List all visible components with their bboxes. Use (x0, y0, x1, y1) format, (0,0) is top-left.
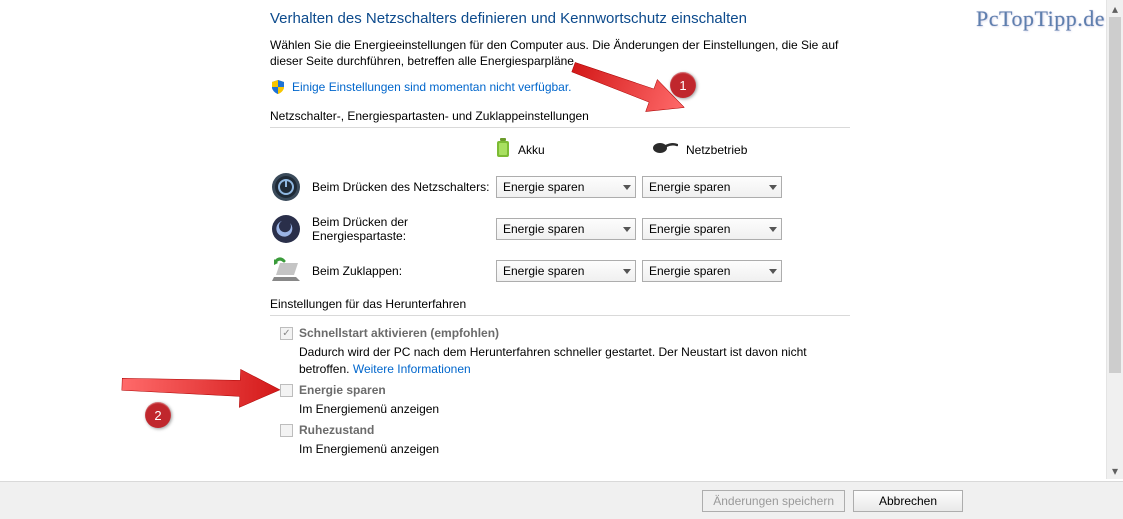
select-value: Energie sparen (649, 222, 730, 236)
select-value: Energie sparen (503, 180, 584, 194)
shutdown-section-heading: Einstellungen für das Herunterfahren (270, 297, 850, 311)
fast-startup-label: Schnellstart aktivieren (empfohlen) (299, 326, 499, 340)
vertical-scrollbar[interactable]: ▴ ▾ (1106, 0, 1123, 479)
select-value: Energie sparen (503, 222, 584, 236)
annotation-badge-1: 1 (670, 72, 696, 98)
fast-startup-description: Dadurch wird der PC nach dem Herunterfah… (299, 344, 850, 376)
select-value: Energie sparen (649, 264, 730, 278)
scroll-thumb[interactable] (1109, 17, 1121, 373)
chevron-down-icon (623, 185, 631, 190)
hibernate-menu-label: Ruhezustand (299, 423, 374, 437)
settings-panel: Verhalten des Netzschalters definieren u… (270, 10, 850, 457)
sleep-menu-label: Energie sparen (299, 383, 386, 397)
lid-close-battery-select[interactable]: Energie sparen (496, 260, 636, 282)
scroll-up-arrow[interactable]: ▴ (1107, 0, 1123, 17)
select-value: Energie sparen (649, 180, 730, 194)
sleep-button-label: Beim Drücken der Energiespartaste: (312, 215, 490, 244)
chevron-down-icon (769, 185, 777, 190)
power-button-ac-select[interactable]: Energie sparen (642, 176, 782, 198)
footer-bar: Änderungen speichern Abbrechen (0, 481, 1123, 519)
annotation-badge-2: 2 (145, 402, 171, 428)
sleep-button-battery-select[interactable]: Energie sparen (496, 218, 636, 240)
fast-startup-checkbox: ✓ (280, 327, 293, 340)
power-button-battery-select[interactable]: Energie sparen (496, 176, 636, 198)
sleep-menu-row: Energie sparen (280, 383, 850, 397)
lid-close-ac-select[interactable]: Energie sparen (642, 260, 782, 282)
sleep-menu-checkbox (280, 384, 293, 397)
sleep-button-row: Beim Drücken der Energiespartaste: Energ… (270, 213, 850, 245)
chevron-down-icon (623, 227, 631, 232)
more-info-link[interactable]: Weitere Informationen (353, 362, 471, 376)
uac-shield-icon (270, 79, 286, 95)
lid-close-row: Beim Zuklappen: Energie sparen Energie s… (270, 255, 850, 287)
divider (270, 315, 850, 316)
power-button-row: Beim Drücken des Netzschalters: Energie … (270, 171, 850, 203)
column-headers: Akku Netzbetrieb (270, 138, 850, 161)
sleep-menu-sub: Im Energiemenü anzeigen (299, 401, 850, 417)
divider (270, 127, 850, 128)
lid-close-label: Beim Zuklappen: (312, 264, 490, 278)
annotation-arrow-2 (119, 359, 281, 415)
fast-startup-row: ✓ Schnellstart aktivieren (empfohlen) (280, 326, 850, 340)
hibernate-menu-sub: Im Energiemenü anzeigen (299, 441, 850, 457)
save-changes-button: Änderungen speichern (702, 490, 845, 512)
scroll-down-arrow[interactable]: ▾ (1107, 462, 1123, 479)
ac-column-label: Netzbetrieb (686, 143, 747, 157)
change-unavailable-settings-link[interactable]: Einige Einstellungen sind momentan nicht… (292, 80, 572, 94)
cancel-button[interactable]: Abbrechen (853, 490, 963, 512)
page-description: Wählen Sie die Energieeinstellungen für … (270, 37, 850, 69)
page-title: Verhalten des Netzschalters definieren u… (270, 10, 850, 27)
power-buttons-section-heading: Netzschalter-, Energiespartasten- und Zu… (270, 109, 850, 123)
chevron-down-icon (769, 269, 777, 274)
admin-link-row[interactable]: Einige Einstellungen sind momentan nicht… (270, 79, 850, 95)
sleep-button-icon (270, 213, 302, 245)
power-button-icon (270, 171, 302, 203)
watermark-text: PcTopTipp.de (976, 6, 1105, 32)
battery-icon (496, 138, 510, 161)
chevron-down-icon (769, 227, 777, 232)
scroll-track[interactable] (1107, 17, 1123, 462)
select-value: Energie sparen (503, 264, 584, 278)
hibernate-menu-checkbox (280, 424, 293, 437)
ac-adapter-icon (652, 141, 678, 158)
power-button-label: Beim Drücken des Netzschalters: (312, 180, 490, 194)
sleep-button-ac-select[interactable]: Energie sparen (642, 218, 782, 240)
lid-close-icon (270, 255, 302, 287)
hibernate-menu-row: Ruhezustand (280, 423, 850, 437)
chevron-down-icon (623, 269, 631, 274)
battery-column-label: Akku (518, 143, 545, 157)
